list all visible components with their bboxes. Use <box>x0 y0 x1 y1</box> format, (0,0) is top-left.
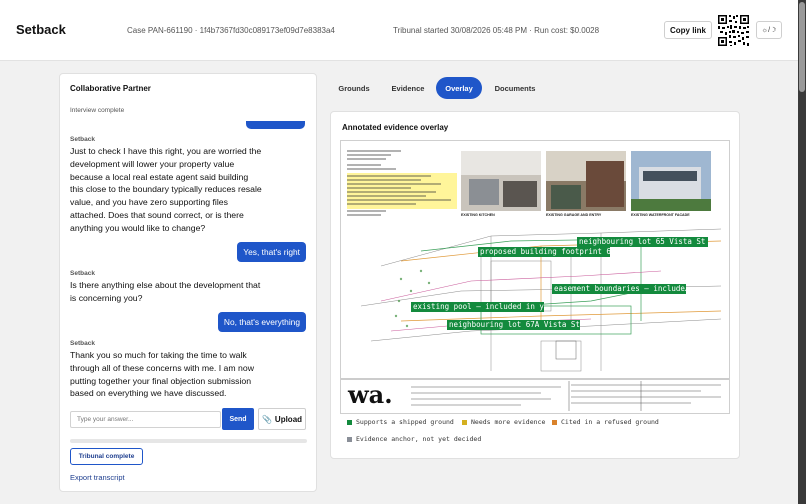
legend-swatch <box>347 419 352 425</box>
brand-logo[interactable]: Setback <box>16 22 66 37</box>
evidence-overlay-image[interactable]: EXISTING KITCHEN EXISTING GARAGE AND ENT… <box>340 140 730 414</box>
legend-label: Needs more evidence <box>471 418 546 426</box>
tab-overlay[interactable]: Overlay <box>436 77 482 99</box>
tab-evidence[interactable]: Evidence <box>384 77 432 99</box>
paperclip-icon: 📎 <box>261 414 272 424</box>
legend-item: Cited in a refused ground <box>552 418 659 426</box>
assistant-message: Just to check I have this right, you are… <box>70 146 262 233</box>
export-transcript-link[interactable]: Export transcript <box>70 473 125 482</box>
overlay-panel: Annotated evidence overlay EXISTING KITC… <box>330 111 740 459</box>
tribunal-complete-button[interactable]: Tribunal complete <box>70 448 143 465</box>
photo-caption: EXISTING GARAGE AND ENTRY <box>546 213 602 217</box>
theme-toggle-button[interactable]: ☼/☽ <box>756 21 782 39</box>
upload-button[interactable]: 📎 Upload <box>258 408 306 430</box>
legend-label: Supports a shipped ground <box>356 418 454 426</box>
photo-caption: EXISTING KITCHEN <box>461 213 495 217</box>
annotation-label[interactable]: neighbouring lot 65 Vista St — i… <box>577 237 708 247</box>
user-message-bubble: Yes, that's right <box>237 242 306 262</box>
top-bar: Setback Case PAN-661190 · 1f4b7367fd30c0… <box>0 0 798 61</box>
progress-bar <box>70 439 307 443</box>
site-plan-drawing: EXISTING KITCHEN EXISTING GARAGE AND ENT… <box>341 141 729 413</box>
message-sender: Setback <box>70 270 95 277</box>
annotation-label[interactable]: neighbouring lot 67A Vista St —… <box>447 320 580 330</box>
legend-swatch <box>552 419 557 425</box>
session-info: Tribunal started 30/08/2026 05:48 PM · R… <box>393 26 600 35</box>
message-sender: Setback <box>70 340 95 347</box>
chat-panel: Collaborative Partner Interview complete… <box>59 73 317 492</box>
legend-item: Needs more evidence <box>462 418 545 426</box>
tab-documents[interactable]: Documents <box>488 77 542 99</box>
chat-transcript[interactable]: Setback Just to check I have this right,… <box>60 121 316 408</box>
case-info: Case PAN-661190 · 1f4b7367fd30c089173ef0… <box>127 26 335 35</box>
answer-input[interactable] <box>70 411 221 428</box>
copy-link-button[interactable]: Copy link <box>664 21 712 39</box>
legend-label: Evidence anchor, not yet decided <box>356 435 482 443</box>
assistant-message: Thank you so much for taking the time to… <box>70 350 254 399</box>
user-message-bubble: No, that's everything <box>217 312 306 332</box>
legend-item: Supports a shipped ground <box>347 418 454 426</box>
legend-swatch <box>462 419 467 425</box>
architect-logo: wa. <box>347 380 393 409</box>
message-sender: Setback <box>70 136 95 143</box>
user-message-bubble-partial <box>246 121 305 129</box>
panel-title: Collaborative Partner <box>70 84 151 93</box>
legend-swatch <box>347 436 352 442</box>
interview-status: Interview complete <box>70 107 125 114</box>
qr-code-icon <box>717 14 750 47</box>
annotation-label[interactable]: existing pool — included in your… <box>411 302 544 312</box>
legend-item: Evidence anchor, not yet decided <box>347 435 481 443</box>
site-photos <box>461 151 711 211</box>
annotation-label[interactable]: easement boundaries — include… <box>552 284 686 294</box>
send-button[interactable]: Send <box>222 408 254 430</box>
assistant-message: Is there anything else about the develop… <box>70 280 261 303</box>
photo-caption: EXISTING WATERFRONT FACADE <box>631 213 690 217</box>
upload-label: Upload <box>274 414 303 424</box>
annotation-label[interactable]: proposed building footprint 65A… <box>478 247 610 257</box>
overlay-title: Annotated evidence overlay <box>342 123 449 132</box>
tab-grounds[interactable]: Grounds <box>330 77 378 99</box>
site-notes-block <box>347 149 457 219</box>
scrollbar-thumb[interactable] <box>799 2 805 92</box>
legend-label: Cited in a refused ground <box>561 418 659 426</box>
